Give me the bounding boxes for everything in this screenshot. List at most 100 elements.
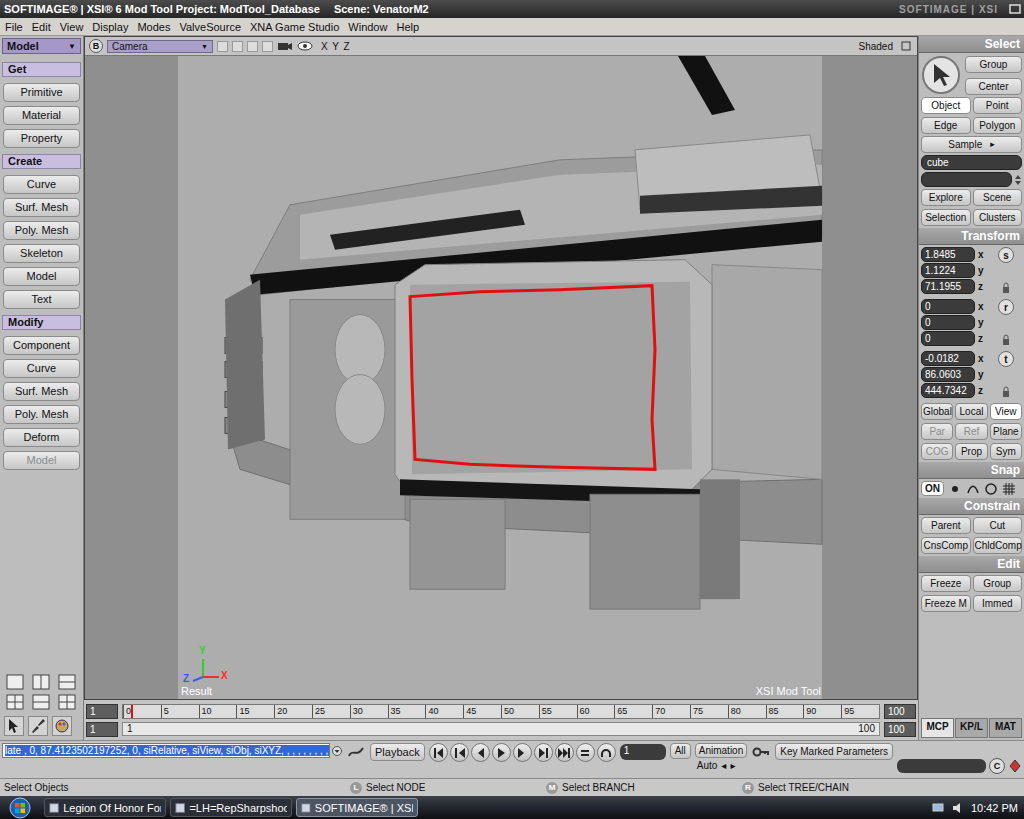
layout-icon[interactable] [58, 674, 80, 690]
transform-value-field[interactable]: 86.0603 [921, 367, 975, 382]
end-frame-field[interactable]: 100 [884, 704, 916, 719]
transport-button[interactable] [513, 743, 532, 762]
transform-value-field[interactable]: 0 [921, 299, 975, 314]
script-editor-button[interactable] [346, 743, 366, 761]
previous-key-button[interactable]: ◂ [721, 760, 726, 771]
object-name-field[interactable]: cube [921, 155, 1022, 170]
sample-button[interactable]: Sample▸ [921, 136, 1022, 153]
transform-key-button[interactable]: s [998, 247, 1014, 263]
transform-lock-button[interactable] [1002, 386, 1010, 398]
render-tool[interactable] [52, 716, 72, 736]
key-marked-parameters-button[interactable]: Key Marked Parameters [775, 743, 893, 760]
transform-value-field[interactable]: -0.0182 [921, 351, 975, 366]
transform-key-button[interactable]: t [998, 351, 1014, 367]
layout-icon[interactable] [58, 694, 80, 710]
edit-button[interactable]: Freeze [921, 575, 971, 592]
viewport-option-button[interactable] [217, 41, 228, 52]
reference-button[interactable]: Sym [990, 443, 1022, 460]
viewport-canvas[interactable]: YZXResultXSI Mod Tool [85, 56, 917, 699]
transform-value-field[interactable]: 444.7342 [921, 383, 975, 398]
constrain-button[interactable]: Cut [973, 517, 1023, 534]
edit-button[interactable]: Group [973, 575, 1023, 592]
toolbar-button[interactable]: Property [3, 129, 80, 148]
script-field[interactable]: late , 0, 87.4123502197252, 0, siRelativ… [2, 743, 330, 758]
current-frame-field[interactable]: 1 [620, 744, 666, 760]
transform-lock-button[interactable] [1002, 334, 1010, 346]
next-key-button[interactable]: ▸ [730, 760, 735, 771]
layout-icon[interactable] [6, 694, 28, 710]
menu-item[interactable]: Edit [32, 21, 51, 33]
key-field[interactable] [897, 759, 986, 773]
restore-button[interactable] [1006, 1, 1024, 17]
transport-button[interactable] [450, 743, 469, 762]
viewport-letter-button[interactable]: B [89, 39, 103, 53]
transform-value-field[interactable]: 0 [921, 331, 975, 346]
mode-dropdown[interactable]: Model▼ [2, 38, 81, 54]
constrain-button[interactable]: CnsComp [921, 537, 971, 554]
transport-button[interactable] [555, 743, 574, 762]
toolbar-button[interactable]: Component [3, 336, 80, 355]
panel-tab[interactable]: KP/L [955, 718, 988, 738]
transport-button[interactable] [429, 743, 448, 762]
layout-icon[interactable] [32, 674, 54, 690]
menu-item[interactable]: Window [348, 21, 387, 33]
transport-button[interactable] [597, 743, 616, 762]
transform-value-field[interactable]: 1.8485 [921, 247, 975, 262]
auto-key-button[interactable]: Auto [697, 760, 718, 771]
transform-value-field[interactable]: 1.1224 [921, 263, 975, 278]
select-filter-button[interactable]: Object [921, 97, 971, 114]
toolbar-button[interactable]: Curve [3, 175, 80, 194]
viewport-option-button[interactable] [232, 41, 243, 52]
keying-options-button[interactable] [1008, 757, 1022, 775]
menu-item[interactable]: File [5, 21, 23, 33]
snap-on-button[interactable]: ON [921, 481, 944, 496]
key-button[interactable] [751, 743, 771, 761]
transform-key-button[interactable]: r [998, 299, 1014, 315]
layout-icon[interactable] [6, 674, 28, 690]
toolbar-button[interactable]: Surf. Mesh [3, 198, 80, 217]
out-frame-field[interactable]: 100 [884, 722, 916, 737]
animation-button[interactable]: Animation [695, 743, 747, 758]
in-frame-field[interactable]: 1 [86, 722, 118, 737]
reference-button[interactable]: Par [921, 423, 953, 440]
toolbar-button[interactable]: Curve [3, 359, 80, 378]
explorer-button[interactable]: Clusters [973, 209, 1023, 226]
explorer-button[interactable]: Selection [921, 209, 971, 226]
menu-item[interactable]: Help [396, 21, 419, 33]
time-ruler[interactable]: 05101520253035404550556065707580859095 [122, 704, 880, 719]
volume-icon[interactable] [951, 801, 965, 815]
toolbar-button[interactable]: Model [3, 267, 80, 286]
menu-item[interactable]: View [60, 21, 84, 33]
menu-item[interactable]: ValveSource [179, 21, 241, 33]
toolbar-button[interactable]: Primitive [3, 83, 80, 102]
reference-button[interactable]: View [990, 403, 1022, 420]
transform-value-field[interactable]: 71.1955 [921, 279, 975, 294]
network-icon[interactable] [931, 801, 945, 815]
reference-button[interactable]: Local [955, 403, 987, 420]
snap-surface-icon[interactable] [984, 482, 998, 496]
script-history-button[interactable] [332, 746, 342, 756]
eye-icon[interactable] [297, 40, 313, 52]
select-filter-button[interactable]: Edge [921, 117, 971, 134]
select-filter-button[interactable]: Point [973, 97, 1023, 114]
snap-curve-icon[interactable] [966, 482, 980, 496]
menu-item[interactable]: Modes [137, 21, 170, 33]
constrain-button[interactable]: Parent [921, 517, 971, 534]
reference-button[interactable]: Prop [955, 443, 987, 460]
toolbar-button[interactable]: Deform [3, 428, 80, 447]
toolbar-button[interactable]: Skeleton [3, 244, 80, 263]
range-slider[interactable]: 1100 [122, 722, 880, 736]
select-filter-button[interactable]: Polygon [973, 117, 1023, 134]
toolbar-button[interactable]: Surf. Mesh [3, 382, 80, 401]
paint-tool[interactable] [28, 716, 48, 736]
reference-button[interactable]: Global [921, 403, 953, 420]
reference-button[interactable]: Ref [955, 423, 987, 440]
toolbar-button[interactable]: Model [3, 451, 80, 470]
edit-button[interactable]: Immed [973, 595, 1023, 612]
taskbar-item[interactable]: Legion Of Honor Foru... [44, 798, 166, 817]
panel-tab[interactable]: MAT [989, 718, 1022, 738]
menu-item[interactable]: XNA Game Studio [250, 21, 339, 33]
transform-lock-button[interactable] [1002, 282, 1010, 294]
snap-point-icon[interactable] [948, 482, 962, 496]
explorer-button[interactable]: Scene [973, 189, 1023, 206]
